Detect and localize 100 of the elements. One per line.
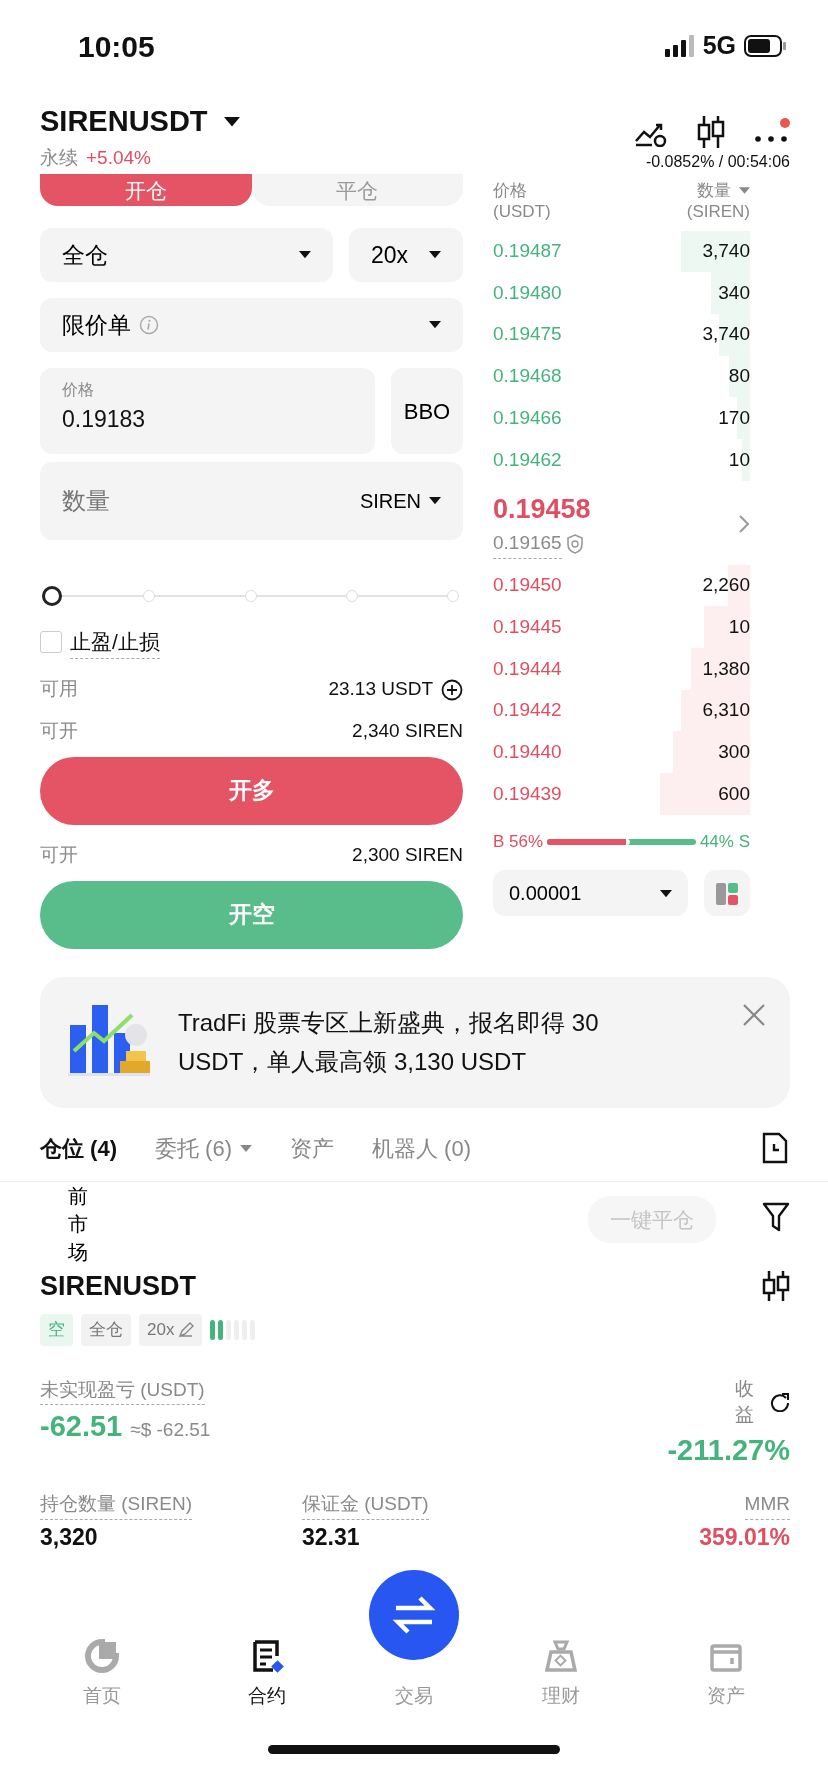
add-icon[interactable] <box>441 678 463 701</box>
side-tag: 空 <box>40 1314 73 1346</box>
order-quantity: 3,740 <box>702 322 750 347</box>
slider-thumb[interactable] <box>42 586 62 606</box>
roe-value: -211.27% <box>667 1432 790 1468</box>
bbo-button[interactable]: BBO <box>391 368 463 454</box>
candlestick-icon[interactable] <box>696 114 726 150</box>
order-book-row[interactable]: 0.19466 170 <box>493 397 750 439</box>
max-open-label: 可开 <box>40 843 78 868</box>
home-icon <box>84 1638 121 1674</box>
shield-icon <box>565 533 584 554</box>
order-quantity: 2,260 <box>702 573 750 598</box>
order-quantity: 170 <box>718 405 750 430</box>
slider-step-dot[interactable] <box>143 590 156 602</box>
roe-label: 收益 <box>735 1376 754 1428</box>
promo-text[interactable]: TradFi 股票专区上新盛典，报名即得 30 USDT，单人最高领 3,130 USDT <box>178 1002 648 1082</box>
funding-countdown: -0.0852% / 00:54:06 <box>645 152 790 172</box>
order-book-row[interactable]: 0.19439 600 <box>493 773 750 815</box>
pnl-label: 未实现盈亏 (USDT) <box>40 1375 205 1406</box>
order-quantity: 80 <box>728 364 750 389</box>
order-book-row[interactable]: 0.19440 300 <box>493 731 750 774</box>
order-price: 0.19475 <box>493 322 562 347</box>
edit-icon <box>178 1321 195 1338</box>
refresh-icon[interactable] <box>770 1392 790 1413</box>
margin-value: 32.31 <box>302 1522 361 1552</box>
mmr-label: MMR <box>744 1490 790 1520</box>
open-long-button[interactable]: 开多 <box>40 756 463 825</box>
contract-type: 永续 <box>40 145 78 170</box>
caret-icon <box>240 1144 252 1152</box>
caret-icon <box>429 251 441 259</box>
position-tab[interactable]: 仓位 (4) <box>40 1131 117 1165</box>
quantity-column-header: 数量 <box>697 180 731 202</box>
order-book-row[interactable]: 0.19468 80 <box>493 355 750 398</box>
order-price: 0.19487 <box>493 239 562 264</box>
swap-icon <box>392 1595 436 1635</box>
caret-icon <box>223 116 240 127</box>
leverage-select[interactable]: 20x <box>349 228 463 282</box>
mmr-value: 359.01% <box>699 1522 790 1552</box>
order-quantity: 1,380 <box>702 656 750 681</box>
order-book-row[interactable]: 0.19480 340 <box>493 272 750 314</box>
adl-indicator-icon <box>210 1319 256 1340</box>
chevron-right-icon[interactable] <box>738 513 750 534</box>
order-quantity: 10 <box>728 614 750 639</box>
pair-title[interactable]: SIRENUSDT <box>40 100 208 144</box>
order-book-row[interactable]: 0.19444 1,380 <box>493 648 750 690</box>
order-quantity: 10 <box>728 447 750 472</box>
order-quantity: 600 <box>718 781 750 806</box>
market-filter[interactable]: 前市场 <box>68 1181 88 1266</box>
size-label: 持仓数量 (SIREN) <box>40 1490 192 1520</box>
order-book-row[interactable]: 0.19487 3,740 <box>493 230 750 273</box>
max-open-label: 可开 <box>40 719 78 744</box>
position-tab[interactable]: 资产 <box>290 1131 334 1165</box>
checkbox[interactable] <box>40 631 62 654</box>
caret-icon <box>429 321 441 329</box>
available-label: 可用 <box>40 677 78 702</box>
caret-icon <box>739 187 750 195</box>
caret-icon <box>299 251 311 259</box>
candlestick-icon[interactable] <box>762 1268 790 1303</box>
last-price: 0.19458 <box>493 492 591 526</box>
promo-banner[interactable]: TradFi 股票专区上新盛典，报名即得 30 USDT，单人最高领 3,130 USDT <box>40 976 790 1108</box>
quantity-field[interactable]: 数量 <box>40 462 360 540</box>
max-open-value: 2,340 SIREN <box>352 719 463 744</box>
pnl-usd: ≈$ -62.51 <box>130 1418 211 1443</box>
order-tab[interactable]: 开仓 <box>40 174 252 206</box>
slider-step-dot[interactable] <box>244 590 257 602</box>
price-field[interactable]: 价格 0.19183 <box>40 368 375 454</box>
money-bag-icon <box>543 1638 580 1674</box>
caret-icon <box>429 497 441 505</box>
order-book-row[interactable]: 0.19445 10 <box>493 606 750 648</box>
order-price: 0.19468 <box>493 364 562 389</box>
layout-icon <box>715 881 739 906</box>
nav-tab[interactable]: 合约 <box>184 1620 349 1712</box>
margin-mode-select[interactable]: 全仓 <box>40 228 333 282</box>
tpsl-label: 止盈/止损 <box>70 626 160 659</box>
order-type-select[interactable]: 限价单 <box>40 298 463 352</box>
slider-step-dot[interactable] <box>345 590 358 602</box>
network-label: 5G <box>702 30 736 62</box>
close-icon[interactable] <box>742 1002 766 1027</box>
order-book-row[interactable]: 0.19475 3,740 <box>493 313 750 356</box>
order-price: 0.19445 <box>493 614 562 639</box>
buy-ratio: B 56% <box>493 830 544 853</box>
leverage-tag[interactable]: 20x <box>139 1314 203 1346</box>
position-symbol: SIRENUSDT <box>40 1269 196 1303</box>
precision-select[interactable]: 0.00001 <box>493 870 688 917</box>
available-value: 23.13 USDT <box>328 677 433 702</box>
slider-step-dot[interactable] <box>447 590 459 602</box>
history-icon[interactable] <box>762 1132 788 1165</box>
order-book-row[interactable]: 0.19462 10 <box>493 438 750 481</box>
order-price: 0.19466 <box>493 405 562 430</box>
price-change: +5.04% <box>86 145 151 170</box>
filter-icon[interactable] <box>762 1201 790 1232</box>
quantity-unit-select[interactable]: SIREN <box>359 462 463 540</box>
order-quantity: 6,310 <box>702 698 750 723</box>
battery-icon <box>744 35 788 57</box>
position-tab[interactable]: 机器人 (0) <box>372 1131 471 1165</box>
position-tab[interactable]: 委托 (6) <box>155 1131 252 1165</box>
order-book-row[interactable]: 0.19450 2,260 <box>493 564 750 607</box>
mark-price: 0.19165 <box>493 529 562 559</box>
layout-button[interactable] <box>704 870 750 917</box>
order-book-row[interactable]: 0.19442 6,310 <box>493 689 750 732</box>
